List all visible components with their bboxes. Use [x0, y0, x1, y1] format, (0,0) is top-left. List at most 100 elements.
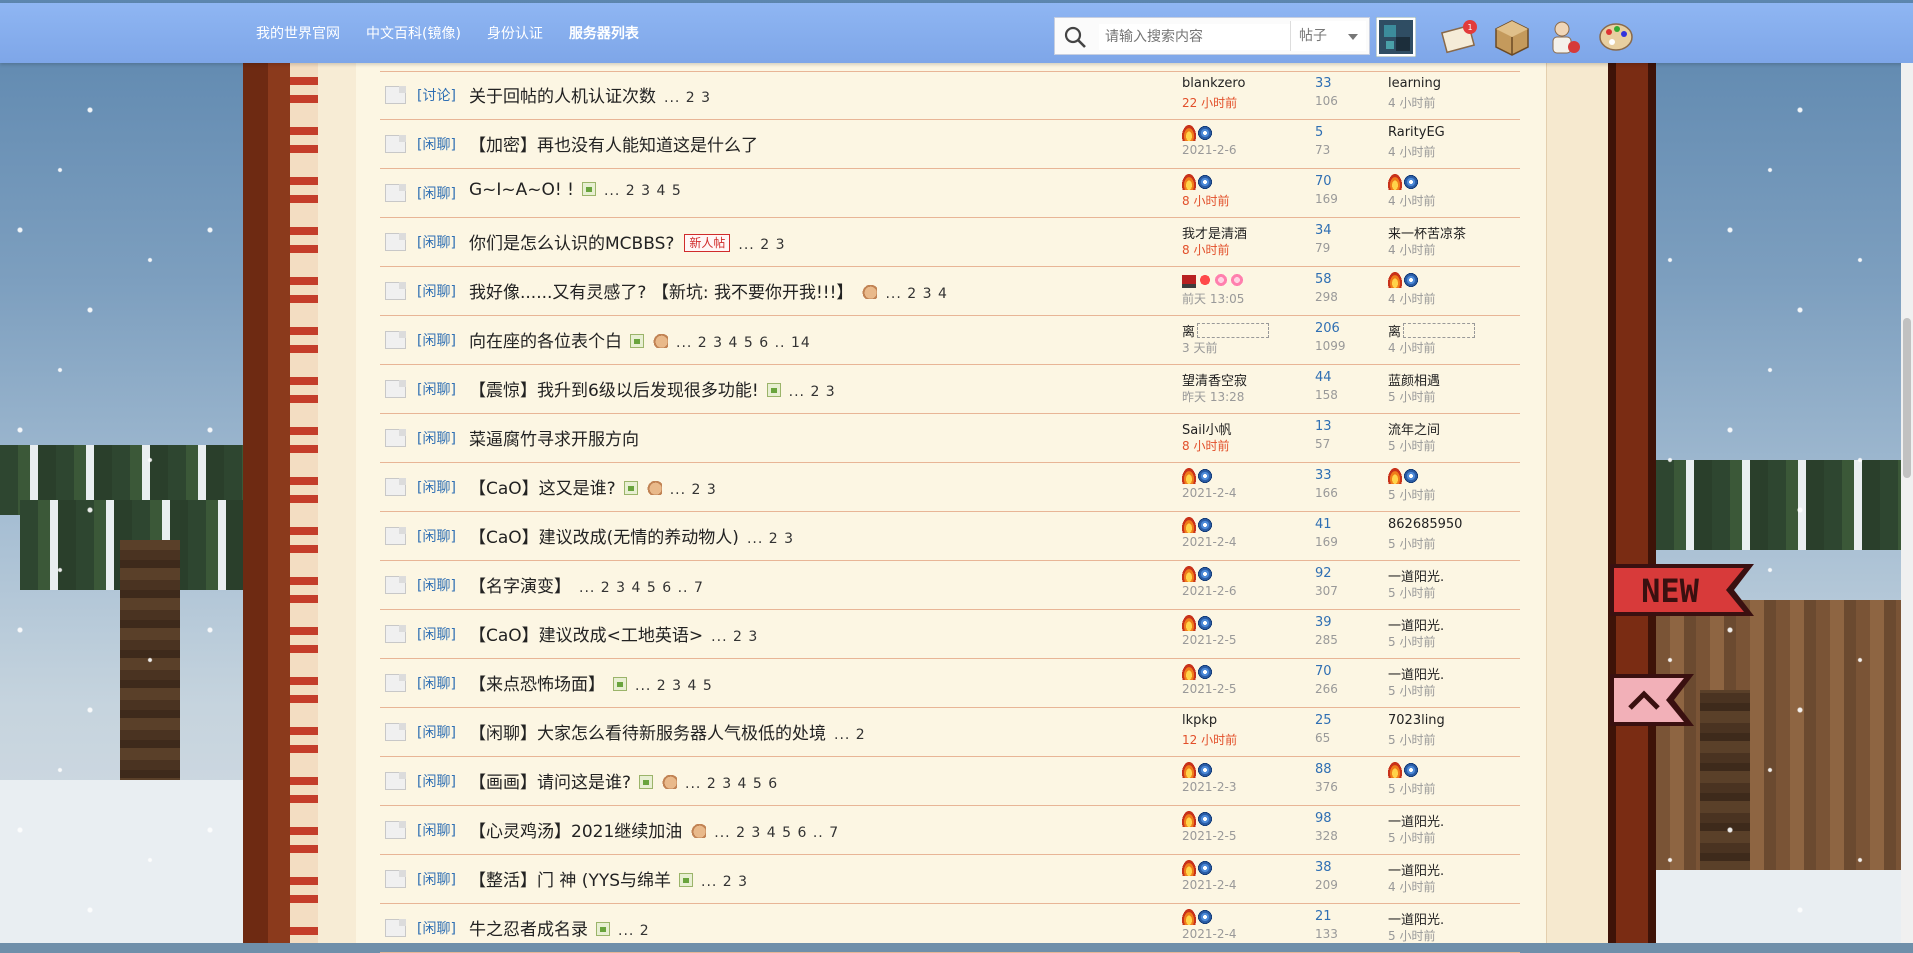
- last-poster-name[interactable]: 一道阳光.: [1388, 619, 1444, 634]
- last-post-date[interactable]: 5 小时前: [1388, 437, 1435, 454]
- thread-author[interactable]: 离: [1182, 321, 1270, 340]
- last-post-date[interactable]: 5 小时前: [1388, 829, 1435, 846]
- author-name[interactable]: lkpkp: [1182, 713, 1217, 728]
- thread-category[interactable]: [闲聊]: [417, 673, 456, 693]
- folder-icon[interactable]: [385, 576, 406, 594]
- thread-category[interactable]: [闲聊]: [417, 183, 456, 203]
- thread-title-text[interactable]: 菜逼腐竹寻求开服方向: [469, 430, 639, 450]
- search-type-select[interactable]: 帖子: [1290, 21, 1366, 51]
- last-post-date[interactable]: 4 小时前: [1388, 192, 1435, 209]
- thread-pages[interactable]: ... 2 3: [701, 874, 748, 890]
- thread-author[interactable]: [1182, 811, 1214, 829]
- thread-author[interactable]: 望清香空寂: [1182, 370, 1247, 389]
- thread-title[interactable]: 【画画】请问这是谁? ... 2 3 4 5 6: [469, 768, 778, 793]
- last-poster-name[interactable]: 一道阳光.: [1388, 668, 1444, 683]
- last-poster[interactable]: 离: [1388, 321, 1476, 340]
- avatar[interactable]: [1376, 17, 1416, 57]
- thread-title[interactable]: 你们是怎么认识的MCBBS? 新人帖 ... 2 3: [469, 229, 785, 254]
- thread-category[interactable]: [闲聊]: [417, 379, 456, 399]
- last-poster[interactable]: 7023ling: [1388, 713, 1445, 728]
- reply-count[interactable]: 33: [1315, 76, 1332, 91]
- thread-pages[interactable]: ... 2 3 4 5: [635, 678, 713, 694]
- last-poster-name[interactable]: 一道阳光.: [1388, 570, 1444, 585]
- thread-pages[interactable]: ... 2 3: [738, 237, 785, 253]
- last-poster-name[interactable]: 来一杯苦凉茶: [1388, 227, 1466, 242]
- thread-author[interactable]: [1182, 664, 1214, 682]
- folder-icon[interactable]: [385, 282, 406, 300]
- thread-pages[interactable]: ... 2 3: [670, 482, 717, 498]
- thread-pages[interactable]: ... 2 3: [711, 629, 758, 645]
- thread-title-text[interactable]: 【画画】请问这是谁?: [469, 773, 631, 793]
- last-post-date[interactable]: 4 小时前: [1388, 94, 1435, 111]
- last-poster-name[interactable]: RarityEG: [1388, 125, 1445, 140]
- thread-author[interactable]: Sail小帆: [1182, 419, 1231, 438]
- back-to-top-button[interactable]: [1610, 670, 1694, 730]
- folder-icon[interactable]: [385, 86, 406, 104]
- reply-count[interactable]: 34: [1315, 223, 1332, 238]
- nav-link-minecraft-official[interactable]: 我的世界官网: [256, 23, 340, 43]
- author-name[interactable]: 离: [1182, 325, 1195, 340]
- last-poster-name[interactable]: 862685950: [1388, 517, 1462, 532]
- thread-title[interactable]: 【闲聊】大家怎么看待新服务器人气极低的处境 ... 2: [469, 719, 866, 744]
- author-name[interactable]: 望清香空寂: [1182, 374, 1247, 389]
- palette-settings-icon[interactable]: [1596, 17, 1636, 57]
- thread-category[interactable]: [闲聊]: [417, 722, 456, 742]
- thread-pages[interactable]: ... 2 3 4 5 6: [685, 776, 778, 792]
- user-profile-icon[interactable]: [1544, 17, 1584, 57]
- thread-category[interactable]: [闲聊]: [417, 918, 456, 938]
- thread-title[interactable]: 【来点恐怖场面】 ... 2 3 4 5: [469, 670, 713, 695]
- nav-link-server-list[interactable]: 服务器列表: [569, 23, 639, 43]
- thread-pages[interactable]: ... 2 3 4 5 6 .. 14: [676, 335, 811, 351]
- folder-icon[interactable]: [385, 429, 406, 447]
- thread-title-text[interactable]: 你们是怎么认识的MCBBS?: [469, 234, 674, 254]
- folder-icon[interactable]: [385, 527, 406, 545]
- last-poster[interactable]: [1388, 174, 1420, 192]
- thread-pages[interactable]: ... 2 3 4: [885, 286, 947, 302]
- last-poster-name[interactable]: learning: [1388, 76, 1441, 91]
- last-poster-name[interactable]: 一道阳光.: [1388, 913, 1444, 928]
- folder-icon[interactable]: [385, 821, 406, 839]
- thread-category[interactable]: [闲聊]: [417, 526, 456, 546]
- author-name[interactable]: 我才是清酒: [1182, 227, 1247, 242]
- thread-title-text[interactable]: 【闲聊】大家怎么看待新服务器人气极低的处境: [469, 724, 826, 744]
- thread-title-text[interactable]: 牛之忍者成名录: [469, 920, 588, 940]
- thread-category[interactable]: [闲聊]: [417, 575, 456, 595]
- thread-pages[interactable]: ... 2: [618, 923, 650, 939]
- thread-title[interactable]: 向在座的各位表个白 ... 2 3 4 5 6 .. 14: [469, 327, 811, 352]
- last-post-date[interactable]: 5 小时前: [1388, 584, 1435, 601]
- last-poster-name[interactable]: 7023ling: [1388, 713, 1445, 728]
- thread-pages[interactable]: ... 2 3 4 5 6 .. 7: [714, 825, 839, 841]
- thread-title[interactable]: 菜逼腐竹寻求开服方向: [469, 425, 639, 450]
- last-post-date[interactable]: 5 小时前: [1388, 535, 1435, 552]
- thread-author[interactable]: [1182, 909, 1214, 927]
- page-scrollbar[interactable]: [1901, 63, 1913, 943]
- thread-title-text[interactable]: 【CaO】建议改成<工地英语>: [469, 626, 703, 646]
- thread-title-text[interactable]: 我好像......又有灵感了? 【新坑: 我不要你开我!!!】: [469, 283, 853, 303]
- thread-title[interactable]: 我好像......又有灵感了? 【新坑: 我不要你开我!!!】 ... 2 3 4: [469, 278, 948, 303]
- thread-author[interactable]: 我才是清酒: [1182, 223, 1247, 242]
- thread-title-text[interactable]: 【CaO】建议改成(无情的养动物人): [469, 528, 739, 548]
- folder-icon[interactable]: [385, 135, 406, 153]
- author-name[interactable]: blankzero: [1182, 76, 1245, 91]
- thread-title[interactable]: 【加密】再也没有人能知道这是什么了: [469, 131, 758, 156]
- thread-author[interactable]: [1182, 860, 1214, 878]
- reply-count[interactable]: 5: [1315, 125, 1323, 140]
- thread-author[interactable]: [1182, 125, 1214, 143]
- thread-title-text[interactable]: 【加密】再也没有人能知道这是什么了: [469, 136, 758, 156]
- last-poster[interactable]: 一道阳光.: [1388, 615, 1444, 634]
- thread-author[interactable]: [1182, 517, 1214, 535]
- reply-count[interactable]: 44: [1315, 370, 1332, 385]
- reply-count[interactable]: 25: [1315, 713, 1332, 728]
- last-post-date[interactable]: 5 小时前: [1388, 633, 1435, 650]
- folder-icon[interactable]: [385, 233, 406, 251]
- last-post-date[interactable]: 4 小时前: [1388, 241, 1435, 258]
- reply-count[interactable]: 13: [1315, 419, 1332, 434]
- last-post-date[interactable]: 5 小时前: [1388, 731, 1435, 748]
- last-poster[interactable]: RarityEG: [1388, 125, 1445, 140]
- last-post-date[interactable]: 5 小时前: [1388, 388, 1435, 405]
- thread-pages[interactable]: ... 2 3: [747, 531, 794, 547]
- thread-author[interactable]: lkpkp: [1182, 713, 1217, 728]
- message-envelope-icon[interactable]: 1: [1440, 17, 1480, 57]
- folder-icon[interactable]: [385, 331, 406, 349]
- thread-pages[interactable]: ... 2: [834, 727, 866, 743]
